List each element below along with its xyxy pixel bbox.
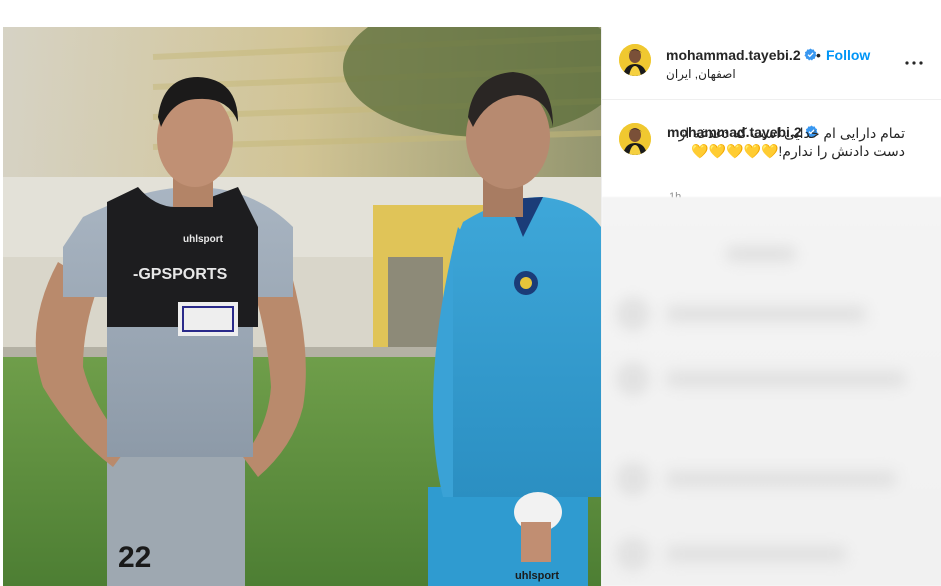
blurred-text <box>666 371 906 387</box>
blurred-text <box>666 546 846 562</box>
avatar[interactable] <box>619 44 651 76</box>
more-horizontal-icon <box>905 61 923 65</box>
post-sidebar: mohammad.tayebi.2 • Follow اصفهان, ایران <box>601 27 941 586</box>
blurred-avatar <box>616 462 650 496</box>
blurred-text <box>726 246 796 262</box>
jersey-sponsor: -GPSPORTS <box>133 266 228 283</box>
follow-button[interactable]: Follow <box>826 47 870 63</box>
blurred-comment-row <box>616 237 928 271</box>
jersey-number: 22 <box>118 541 151 574</box>
blurred-text <box>666 471 896 487</box>
jersey-brand-right: uhlsport <box>515 570 559 582</box>
blurred-avatar <box>616 297 650 331</box>
post-photo[interactable]: 22 -GPSPORTS uhlsport uhlsport <box>3 27 601 586</box>
more-options-button[interactable] <box>902 51 926 75</box>
post-author-link[interactable]: mohammad.tayebi.2 <box>666 47 817 63</box>
post-header: mohammad.tayebi.2 • Follow اصفهان, ایران <box>602 27 941 100</box>
blurred-comment-row <box>616 537 928 571</box>
caption-avatar-image <box>619 123 651 155</box>
avatar-image <box>619 44 651 76</box>
post-photo-illustration: 22 -GPSPORTS uhlsport uhlsport <box>3 27 601 586</box>
post-location[interactable]: اصفهان, ایران <box>666 67 736 81</box>
jersey-brand: uhlsport <box>183 234 224 245</box>
instagram-post-window: 22 -GPSPORTS uhlsport uhlsport mohammad.… <box>0 0 941 586</box>
verified-badge-icon <box>804 48 817 61</box>
blurred-comments-area <box>602 197 941 586</box>
separator-dot: • <box>816 47 821 63</box>
blurred-text <box>666 306 866 322</box>
blurred-avatar <box>616 362 650 396</box>
blurred-comment-row <box>616 297 928 331</box>
blurred-avatar <box>616 537 650 571</box>
blurred-comment-row <box>616 362 928 396</box>
caption-text: تمام دارایی ام خدایی است که دغدغه از دست… <box>678 125 905 159</box>
blurred-comment-row <box>616 462 928 496</box>
caption-avatar[interactable] <box>619 123 651 155</box>
post-author-username[interactable]: mohammad.tayebi.2 <box>666 47 801 63</box>
